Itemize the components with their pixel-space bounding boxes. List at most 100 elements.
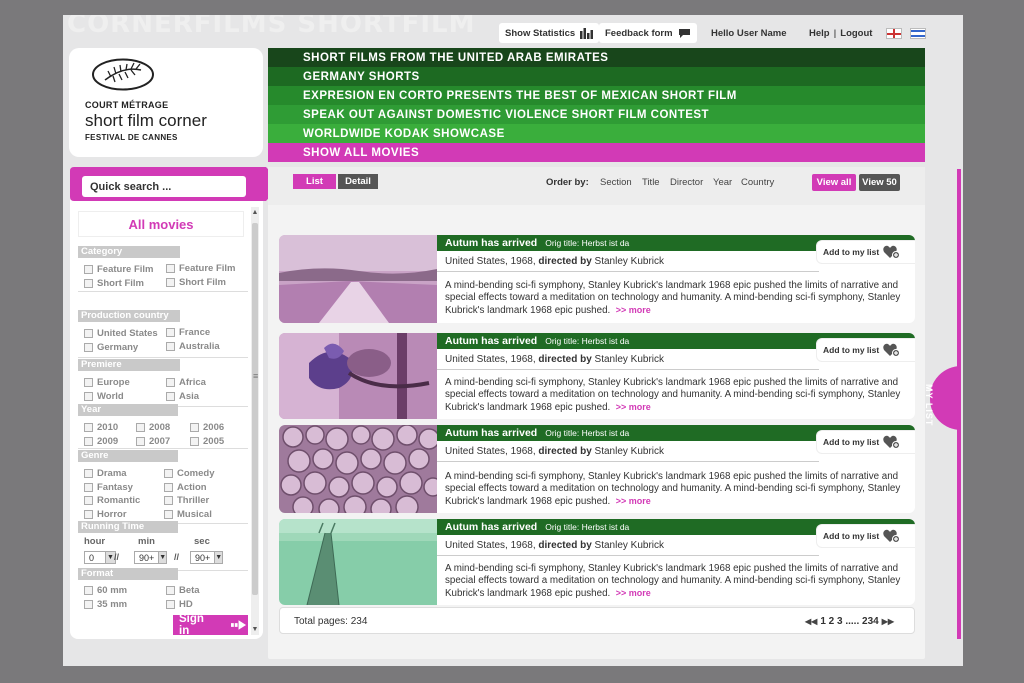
list-view-button[interactable]: List [293, 174, 336, 189]
filter-option[interactable]: 2006 [190, 422, 224, 433]
order-section[interactable]: Section [600, 177, 632, 188]
checkbox[interactable] [84, 600, 93, 609]
filter-option[interactable]: Comedy [164, 468, 214, 479]
filter-option[interactable]: Short Film [84, 278, 144, 289]
checkbox[interactable] [84, 329, 93, 338]
uk-flag-icon[interactable] [886, 27, 902, 39]
filter-option[interactable]: World [84, 391, 124, 402]
grip-icon[interactable]: ≡ [253, 371, 258, 381]
checkbox[interactable] [166, 264, 175, 273]
order-year[interactable]: Year [713, 177, 732, 188]
filter-option[interactable]: Thriller [164, 495, 209, 506]
more-link[interactable]: >> more [616, 305, 651, 315]
checkbox[interactable] [136, 437, 145, 446]
filter-option[interactable]: Beta [166, 585, 200, 596]
checkbox[interactable] [164, 510, 173, 519]
filter-option[interactable]: Australia [166, 341, 220, 352]
sec-select[interactable]: 90+ ▼ [190, 551, 223, 564]
checkbox[interactable] [84, 392, 93, 401]
checkbox[interactable] [84, 437, 93, 446]
filter-option[interactable]: 2005 [190, 436, 224, 447]
israel-flag-icon[interactable] [910, 27, 926, 39]
my-list-tab[interactable] [930, 366, 961, 430]
menu-item[interactable]: SHORT FILMS FROM THE UNITED ARAB EMIRATE… [268, 48, 925, 67]
checkbox[interactable] [166, 392, 175, 401]
checkbox[interactable] [190, 437, 199, 446]
checkbox[interactable] [84, 343, 93, 352]
checkbox[interactable] [84, 423, 93, 432]
filter-option[interactable]: France [166, 327, 210, 338]
last-page-icon[interactable]: ▶▶ [882, 617, 894, 626]
all-movies-button[interactable]: All movies [78, 211, 244, 237]
more-link[interactable]: >> more [616, 588, 651, 598]
chevron-down-icon[interactable]: ▼ [214, 552, 223, 563]
scrollbar-thumb[interactable] [252, 223, 258, 595]
view-50-button[interactable]: View 50 [859, 174, 900, 191]
checkbox[interactable] [84, 279, 93, 288]
filter-option[interactable]: 2008 [136, 422, 170, 433]
movie-title[interactable]: Autum has arrived [445, 427, 537, 439]
filter-option[interactable]: Feature Film [166, 263, 236, 274]
checkbox[interactable] [84, 483, 93, 492]
chevron-down-icon[interactable]: ▼ [158, 552, 167, 563]
menu-item[interactable]: SPEAK OUT AGAINST DOMESTIC VIOLENCE SHOR… [268, 105, 925, 124]
filter-option[interactable]: 2007 [136, 436, 170, 447]
more-link[interactable]: >> more [616, 496, 651, 506]
filter-option[interactable]: Drama [84, 468, 127, 479]
menu-item[interactable]: GERMANY SHORTS [268, 67, 925, 86]
checkbox[interactable] [84, 378, 93, 387]
filter-option[interactable]: Asia [166, 391, 199, 402]
filter-option[interactable]: Germany [84, 342, 138, 353]
checkbox[interactable] [164, 483, 173, 492]
movie-thumbnail[interactable] [279, 519, 437, 605]
checkbox[interactable] [166, 586, 175, 595]
help-link[interactable]: Help [809, 28, 830, 39]
checkbox[interactable] [84, 469, 93, 478]
checkbox[interactable] [166, 600, 175, 609]
filter-option[interactable]: Fantasy [84, 482, 133, 493]
quick-search-input[interactable] [82, 176, 246, 197]
show-statistics-button[interactable]: Show Statistics [499, 22, 600, 44]
filter-option[interactable]: Africa [166, 377, 206, 388]
logout-link[interactable]: Logout [840, 28, 872, 39]
add-to-list-button[interactable]: Add to my list [817, 241, 915, 263]
filter-option[interactable]: 35 mm [84, 599, 127, 610]
checkbox[interactable] [190, 423, 199, 432]
checkbox[interactable] [84, 586, 93, 595]
checkbox[interactable] [84, 265, 93, 274]
movie-thumbnail[interactable] [279, 425, 437, 513]
filter-option[interactable]: Feature Film [84, 264, 154, 275]
filter-option[interactable]: Horror [84, 509, 127, 520]
view-all-button[interactable]: View all [812, 174, 856, 191]
filter-option[interactable]: 2010 [84, 422, 118, 433]
checkbox[interactable] [166, 328, 175, 337]
checkbox[interactable] [164, 496, 173, 505]
filter-option[interactable]: Action [164, 482, 207, 493]
checkbox[interactable] [136, 423, 145, 432]
filter-option[interactable]: Europe [84, 377, 130, 388]
add-to-list-button[interactable]: Add to my list [817, 431, 915, 453]
order-title[interactable]: Title [642, 177, 660, 188]
filter-option[interactable]: 60 mm [84, 585, 127, 596]
sidebar-scrollbar[interactable]: ▲ ▼ [251, 207, 259, 635]
filter-option[interactable]: Short Film [166, 277, 226, 288]
filter-option[interactable]: Musical [164, 509, 212, 520]
filter-option[interactable]: 2009 [84, 436, 118, 447]
menu-item[interactable]: SHOW ALL MOVIES [268, 143, 925, 162]
movie-title[interactable]: Autum has arrived [445, 335, 537, 347]
checkbox[interactable] [166, 378, 175, 387]
movie-thumbnail[interactable] [279, 235, 437, 323]
filter-option[interactable]: HD [166, 599, 193, 610]
feedback-form-button[interactable]: Feedback form [599, 22, 697, 44]
menu-item[interactable]: EXPRESION EN CORTO PRESENTS THE BEST OF … [268, 86, 925, 105]
movie-thumbnail[interactable] [279, 333, 437, 419]
hour-select[interactable]: 0 ▼ [84, 551, 116, 564]
menu-item[interactable]: WORLDWIDE KODAK SHOWCASE [268, 124, 925, 143]
checkbox[interactable] [166, 342, 175, 351]
checkbox[interactable] [166, 278, 175, 287]
movie-title[interactable]: Autum has arrived [445, 237, 537, 249]
sign-in-button[interactable]: Sign in [173, 613, 248, 637]
checkbox[interactable] [84, 496, 93, 505]
add-to-list-button[interactable]: Add to my list [817, 525, 915, 547]
scroll-down-icon[interactable]: ▼ [251, 626, 259, 633]
